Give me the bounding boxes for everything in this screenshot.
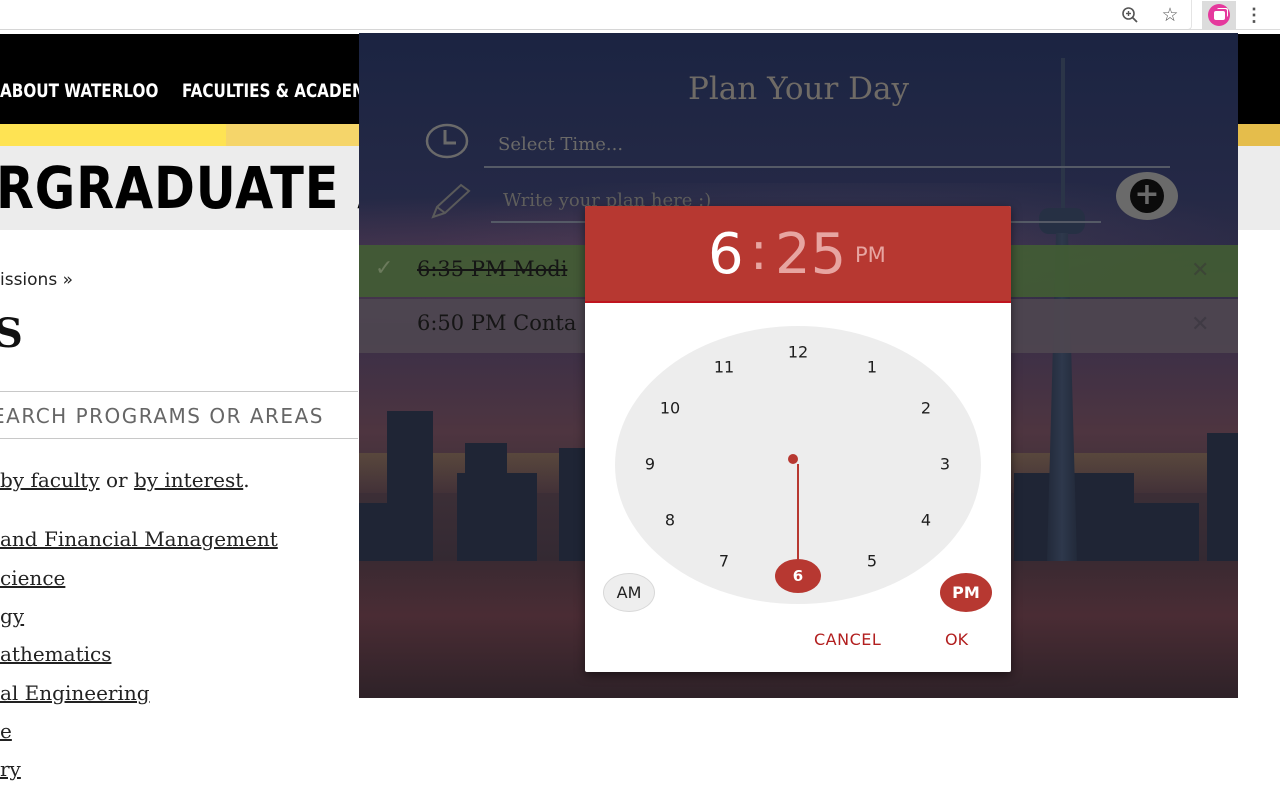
check-icon[interactable]: ✓ [375, 255, 393, 281]
todo-text: 6:35 PM Modi [417, 257, 568, 281]
hour-display[interactable]: 6 [708, 222, 744, 287]
nav-item-about[interactable]: ABOUT WATERLOO [0, 80, 158, 102]
clock-icon [425, 123, 469, 159]
program-link-item: and Financial Management [0, 527, 278, 551]
am-button[interactable]: AM [603, 573, 655, 612]
address-bar[interactable] [0, 0, 1192, 30]
program-link[interactable]: cience [0, 566, 65, 590]
selected-hour[interactable]: 6 [775, 559, 821, 593]
intro-middle: or [99, 468, 134, 492]
extension-button[interactable] [1202, 1, 1236, 29]
nav-item-faculties[interactable]: FACULTIES & ACADEM [182, 80, 367, 102]
background-building [359, 503, 389, 561]
intro-text: by faculty or by interest. [0, 468, 250, 492]
kebab-menu-icon[interactable]: ⋮ [1243, 4, 1265, 26]
dial-number[interactable]: 11 [714, 358, 734, 377]
minute-display[interactable]: 25 [775, 222, 846, 287]
time-picker-dialog: 6 : 25 PM 12 1 2 3 4 5 7 8 9 10 11 6 AM … [585, 206, 1011, 672]
program-link[interactable]: and Financial Management [0, 527, 278, 551]
zoom-icon[interactable] [1119, 4, 1141, 26]
extension-icon [1208, 4, 1230, 26]
bookmark-star-icon[interactable]: ☆ [1159, 4, 1181, 26]
dial-number[interactable]: 7 [719, 552, 729, 571]
plus-icon: + [1130, 179, 1164, 213]
pencil-icon [431, 183, 471, 219]
program-link[interactable]: ry [0, 757, 21, 781]
dial-number[interactable]: 1 [867, 358, 877, 377]
dial-number[interactable]: 2 [921, 399, 931, 418]
accent-bar [0, 124, 226, 146]
add-plan-button[interactable]: + [1116, 172, 1178, 220]
clock-hand[interactable] [797, 464, 799, 562]
background-building [457, 473, 507, 561]
dial-number[interactable]: 9 [645, 455, 655, 474]
dial-number[interactable]: 10 [660, 399, 680, 418]
program-link-item: al Engineering [0, 681, 150, 705]
dial-number[interactable]: 8 [665, 511, 675, 530]
program-link[interactable]: gy [0, 604, 24, 628]
browser-toolbar: ☆ ⋮ [0, 0, 1280, 30]
background-building [387, 411, 433, 561]
time-separator: : [750, 222, 768, 282]
program-link-item: athematics [0, 642, 111, 666]
accent-bar [1237, 124, 1280, 146]
dial-number[interactable]: 5 [867, 552, 877, 571]
todo-text: 6:50 PM Conta [417, 311, 577, 335]
program-link[interactable]: athematics [0, 642, 111, 666]
program-link-item: e [0, 719, 12, 743]
dial-number[interactable]: 4 [921, 511, 931, 530]
background-building [1119, 503, 1199, 561]
program-link-item: gy [0, 604, 24, 628]
program-link[interactable]: e [0, 719, 12, 743]
background-building [559, 448, 585, 561]
dial-number[interactable]: 12 [788, 343, 808, 362]
by-faculty-link[interactable]: by faculty [0, 468, 100, 492]
program-link-item: cience [0, 566, 65, 590]
select-time-input[interactable]: Select Time... [484, 128, 1170, 168]
intro-suffix: . [243, 468, 250, 492]
program-search-input[interactable]: EARCH PROGRAMS OR AREAS [0, 391, 358, 439]
close-icon[interactable]: ✕ [1191, 311, 1209, 337]
search-placeholder: EARCH PROGRAMS OR AREAS [0, 404, 324, 428]
clock-hand-center [788, 454, 798, 464]
time-picker-header: 6 : 25 PM [585, 206, 1011, 303]
close-icon[interactable]: ✕ [1191, 257, 1209, 283]
background-building [507, 473, 537, 561]
section-heading: S [0, 310, 23, 357]
program-link[interactable]: al Engineering [0, 681, 150, 705]
by-interest-link[interactable]: by interest [134, 468, 243, 492]
pm-button[interactable]: PM [940, 573, 992, 612]
background-building [465, 443, 507, 483]
program-link-item: ry [0, 757, 21, 781]
cancel-button[interactable]: CANCEL [814, 630, 881, 649]
popup-title: Plan Your Day [688, 71, 909, 107]
background-building [1207, 433, 1238, 561]
ok-button[interactable]: OK [945, 630, 968, 649]
time-placeholder: Select Time... [498, 134, 624, 155]
breadcrumb[interactable]: issions » [0, 270, 73, 290]
dial-number[interactable]: 3 [940, 455, 950, 474]
period-display: PM [855, 243, 886, 267]
